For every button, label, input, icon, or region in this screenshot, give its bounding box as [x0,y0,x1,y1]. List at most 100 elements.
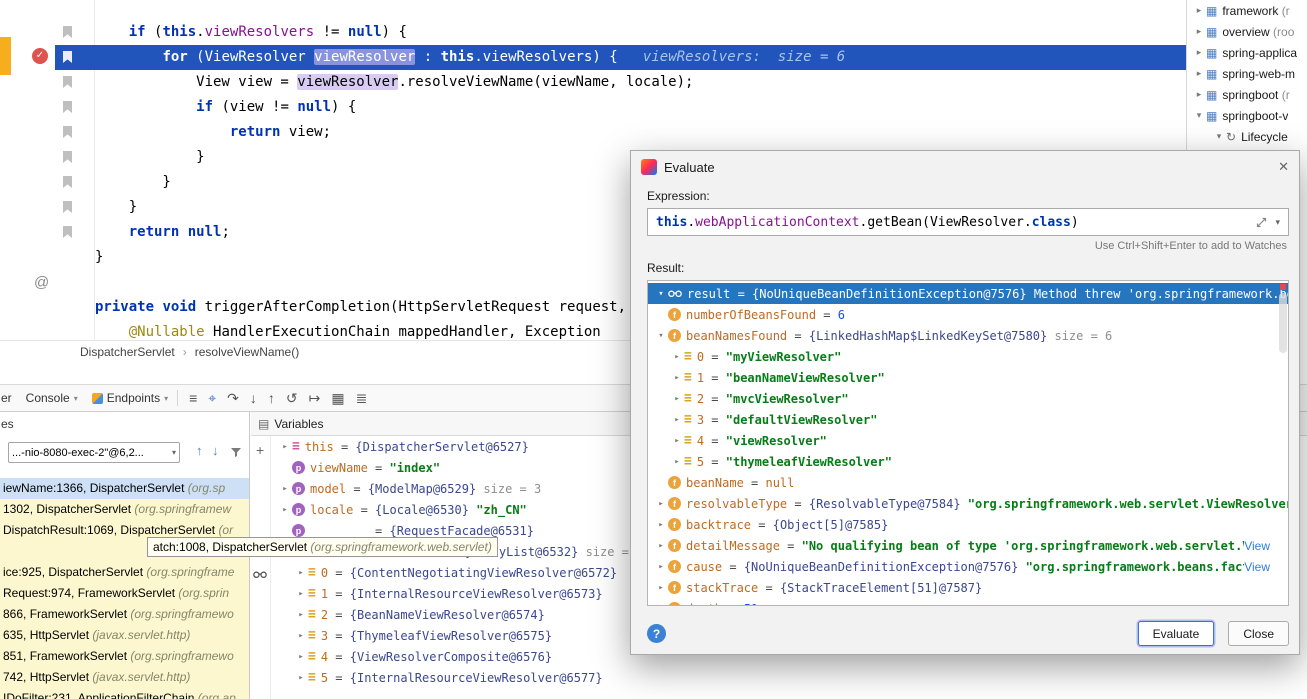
view-breakpoints-icon[interactable]: ▦ [331,390,344,407]
expand-arrow-icon[interactable]: ▸ [1192,5,1206,16]
thread-selector[interactable]: ...-nio-8080-exec-2"@6,2... ▾ [8,442,180,463]
step-out-icon[interactable]: ↑ [268,390,275,406]
debugger-tab-fragment[interactable]: er [1,391,12,405]
expand-arrow-icon[interactable]: ▸ [654,583,668,593]
result-tree[interactable]: ▾result = {NoUniqueBeanDefinitionExcepti… [647,280,1289,606]
result-row[interactable]: fbeanName = null [648,472,1288,493]
result-row[interactable]: ▸≡1 = "beanNameViewResolver" [648,367,1288,388]
expand-arrow-icon[interactable]: ▸ [1192,47,1206,58]
result-row[interactable]: ▸fcause = {NoUniqueBeanDefinitionExcepti… [648,556,1288,577]
frames-tab-fragment[interactable]: es [1,417,14,431]
breakpoint-hit-icon[interactable]: ✓ [32,48,48,64]
add-watch-icon[interactable]: + [256,442,264,458]
result-row[interactable]: ▸fresolvableType = {ResolvableType@7584}… [648,493,1288,514]
chevron-down-icon[interactable]: ▾ [1275,217,1280,228]
frames-list[interactable]: iewName:1366, DispatcherServlet (org.sp1… [0,478,249,699]
expand-arrow-icon[interactable]: ▸ [1192,26,1206,37]
show-execution-point-icon[interactable]: ⌖ [208,390,216,407]
variable-row[interactable]: ▸≡5 = {InternalResourceViewResolver@6577… [272,667,1307,688]
expand-arrow-icon[interactable]: ▸ [670,415,684,425]
execution-line[interactable]: for (ViewResolver viewResolver : this.vi… [55,45,1186,70]
expand-arrow-icon[interactable]: ▸ [294,589,308,599]
frame-row[interactable]: 1302, DispatcherServlet (org.springframe… [0,499,249,520]
frame-row[interactable]: 742, HttpServlet (javax.servlet.http) [0,667,249,688]
code-line[interactable]: if (this.viewResolvers != null) { [95,20,1186,45]
expand-arrow-icon[interactable]: ▸ [294,568,308,578]
tool-window-stripe-fragment[interactable] [0,37,11,75]
breadcrumb-method[interactable]: resolveViewName() [195,345,299,359]
expand-arrow-icon[interactable]: ▸ [670,352,684,362]
navigate-down-icon[interactable]: ↓ [212,443,219,458]
frame-row[interactable]: IDoFilter:231, ApplicationFilterChain (o… [0,688,249,699]
result-row[interactable]: ▸≡0 = "myViewResolver" [648,346,1288,367]
expand-icon[interactable] [1256,217,1267,228]
expand-arrow-icon[interactable]: ▸ [654,541,668,551]
frame-row[interactable]: Request:974, FrameworkServlet (org.sprin [0,583,249,604]
result-row[interactable]: ▸fdetailMessage = "No qualifying bean of… [648,535,1288,556]
code-line[interactable]: return view; [95,120,1186,145]
maven-item[interactable]: ▸▦springboot (r [1190,84,1307,105]
result-row[interactable]: ▾result = {NoUniqueBeanDefinitionExcepti… [648,283,1288,304]
expand-arrow-icon[interactable]: ▾ [1192,110,1206,121]
result-row[interactable]: ▸≡5 = "thymeleafViewResolver" [648,451,1288,472]
evaluate-button[interactable]: Evaluate [1138,621,1215,646]
expand-arrow-icon[interactable]: ▸ [670,436,684,446]
maven-item[interactable]: ▸▦overview (roo [1190,21,1307,42]
expand-arrow-icon[interactable]: ▸ [278,505,292,515]
filter-icon[interactable] [230,446,242,461]
view-link[interactable]: View [1244,560,1288,574]
frame-row[interactable]: iewName:1366, DispatcherServlet (org.sp [0,478,249,499]
expand-arrow-icon[interactable]: ▸ [654,499,668,509]
step-into-icon[interactable]: ↓ [250,390,257,406]
code-line[interactable]: View view = viewResolver.resolveViewName… [95,70,1186,95]
result-row[interactable]: ▸≡2 = "mvcViewResolver" [648,388,1288,409]
code-line[interactable]: if (view != null) { [95,95,1186,120]
maven-item[interactable]: ▾▦springboot-v [1190,105,1307,126]
expand-arrow-icon[interactable]: ▸ [278,484,292,494]
frame-row[interactable]: 635, HttpServlet (javax.servlet.http) [0,625,249,646]
frame-row[interactable]: 866, FrameworkServlet (org.springframewo [0,604,249,625]
result-row[interactable]: ▸≡3 = "defaultViewResolver" [648,409,1288,430]
maven-item[interactable]: ▸▦spring-applica [1190,42,1307,63]
expand-arrow-icon[interactable]: ▸ [654,520,668,530]
result-row[interactable]: ▸≡4 = "viewResolver" [648,430,1288,451]
result-row[interactable]: fdepth = 51 [648,598,1288,606]
expand-arrow-icon[interactable]: ▸ [1192,68,1206,79]
maven-item[interactable]: ▾↻Lifecycle [1190,126,1307,147]
settings-icon[interactable]: ≣ [356,390,368,407]
expression-input[interactable]: this.webApplicationContext.getBean(ViewR… [647,208,1289,236]
expand-arrow-icon[interactable]: ▸ [654,562,668,572]
help-icon[interactable]: ? [647,624,666,643]
frame-row[interactable]: 851, FrameworkServlet (org.springframewo [0,646,249,667]
maven-item[interactable]: ▸▦framework (r [1190,0,1307,21]
tab-console[interactable]: Console ▾ [26,391,78,405]
expand-arrow-icon[interactable]: ▸ [294,610,308,620]
frame-row[interactable]: ice:925, DispatcherServlet (org.springfr… [0,562,249,583]
result-rows[interactable]: ▾result = {NoUniqueBeanDefinitionExcepti… [648,281,1288,606]
expand-arrow-icon[interactable]: ▸ [1192,89,1206,100]
expand-arrow-icon[interactable]: ▸ [294,652,308,662]
expand-arrow-icon[interactable]: ▸ [670,394,684,404]
result-row[interactable]: ▸fstackTrace = {StackTraceElement[51]@75… [648,577,1288,598]
step-over-icon[interactable]: ↷ [227,390,239,407]
result-row[interactable]: ▸fbacktrace = {Object[5]@7585} [648,514,1288,535]
expand-arrow-icon[interactable]: ▸ [278,442,292,452]
dialog-titlebar[interactable]: Evaluate ✕ [631,151,1299,183]
expand-arrow-icon[interactable]: ▸ [294,631,308,641]
drop-frame-icon[interactable]: ↺ [286,390,298,407]
result-row[interactable]: fnumberOfBeansFound = 6 [648,304,1288,325]
breadcrumb-class[interactable]: DispatcherServlet [80,345,175,359]
scrollbar[interactable] [1279,293,1287,353]
run-to-cursor-icon[interactable]: ↦ [309,390,321,407]
navigate-up-icon[interactable]: ↑ [196,443,203,458]
menu-icon[interactable]: ≡ [189,390,197,406]
tab-endpoints[interactable]: Endpoints ▾ [92,391,168,405]
expand-arrow-icon[interactable]: ▾ [654,289,668,299]
result-row[interactable]: ▾fbeanNamesFound = {LinkedHashMap$Linked… [648,325,1288,346]
expand-arrow-icon[interactable]: ▸ [294,673,308,683]
close-button[interactable]: Close [1228,621,1289,646]
close-icon[interactable]: ✕ [1278,159,1289,175]
expression-value[interactable]: this.webApplicationContext.getBean(ViewR… [656,215,1256,230]
expand-arrow-icon[interactable]: ▸ [670,457,684,467]
expand-arrow-icon[interactable]: ▾ [654,331,668,341]
